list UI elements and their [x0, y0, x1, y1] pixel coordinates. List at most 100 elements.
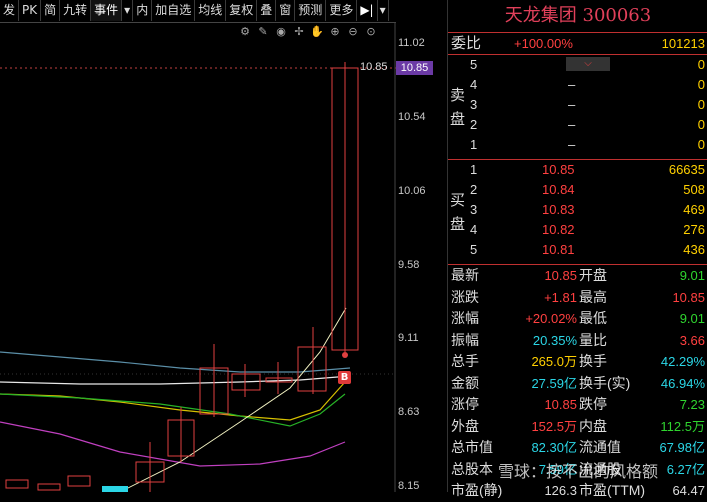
stats-row: 总手 265.0万 换手 42.29% — [448, 351, 707, 373]
toolbar-btn-window[interactable]: 窗 — [276, 0, 296, 21]
stat-label: 涨幅 — [451, 310, 479, 326]
toolbar-btn-overlay[interactable]: 叠 — [257, 0, 277, 21]
sell-row: 5 ⌵ 0 — [448, 55, 707, 75]
toolbar-btn-ma[interactable]: 均线 — [195, 0, 227, 21]
sell-price: – — [568, 137, 576, 152]
stat-value: 10.85 — [544, 397, 577, 412]
candle — [37, 483, 61, 491]
ma-line-yellow — [0, 381, 346, 421]
y-tick: 11.02 — [398, 37, 425, 49]
ma-line-magenta — [0, 421, 346, 467]
chart-toolbar: 发 PK 简 九转 事件 ▾ 内 加自选 均线 复权 叠 窗 预测 更多 ▶| … — [0, 0, 396, 23]
buy-vol: 508 — [683, 182, 705, 197]
stats-row: 总市值 82.30亿 流通值 67.98亿 — [448, 437, 707, 459]
stat-value: 20.35% — [532, 332, 577, 348]
toolbar-btn-forecast[interactable]: 预测 — [295, 0, 327, 21]
sell-vol: 0 — [697, 97, 705, 112]
stats-row: 金额 27.59亿 换手(实) 46.94% — [448, 373, 707, 395]
current-price-tag: 10.85 — [396, 61, 433, 75]
buy-level: 2 — [470, 182, 478, 197]
stat-label: 流通值 — [579, 439, 621, 455]
stats-row: 市盈(静) 126.3 市盈(TTM) 64.47 — [448, 480, 707, 502]
sell-vol: 0 — [697, 77, 705, 92]
stat-value: 9.01 — [679, 311, 705, 326]
toolbar-btn-pk[interactable]: PK — [19, 0, 42, 21]
buy-vol: 469 — [683, 202, 705, 217]
events-dropdown-icon[interactable]: ▾ — [122, 0, 134, 21]
stat-label: 换手 — [579, 353, 607, 369]
toolbar-btn-simple[interactable]: 简 — [41, 0, 61, 21]
candle — [67, 475, 91, 487]
buy-marker[interactable]: B — [338, 371, 351, 384]
stat-label: 跌停 — [579, 396, 607, 412]
weibi-row: 委比 +100.00% 101213 — [448, 33, 707, 55]
stat-value: 10.85 — [672, 289, 705, 305]
stat-value: 3.66 — [679, 332, 705, 348]
weicha-value: 101213 — [661, 36, 705, 51]
buy-row: 1 10.85 66635 — [448, 160, 707, 180]
buy-vol: 66635 — [668, 162, 705, 177]
play-end-icon[interactable]: ▶| — [357, 0, 378, 21]
quote-panel: 天龙集团 300063 委比 +100.00% 101213 卖盘 5 ⌵ 0 … — [447, 0, 707, 498]
buy-level: 4 — [470, 222, 478, 237]
candles — [5, 62, 359, 492]
sell-row: 1 – 0 — [448, 135, 707, 155]
stats-row: 最新 10.85 开盘 9.01 — [448, 265, 707, 287]
stat-label: 最高 — [579, 288, 607, 305]
candle — [297, 346, 327, 392]
stat-value: 10.85 — [544, 268, 577, 283]
stat-value: 112.5万 — [660, 418, 705, 434]
candle — [102, 486, 128, 492]
sell-vol: 0 — [697, 137, 705, 152]
stat-value: 42.29% — [660, 354, 705, 369]
stat-value: 7.23 — [679, 397, 705, 412]
toolbar-btn-events[interactable]: 事件 — [91, 0, 123, 21]
stats-row: 涨停 10.85 跌停 7.23 — [448, 394, 707, 416]
stats-row: 振幅 20.35% 量比 3.66 — [448, 330, 707, 352]
sell-row: 2 – 0 — [448, 115, 707, 135]
buy-row: 4 10.82 276 — [448, 220, 707, 240]
buy-level: 3 — [470, 202, 478, 217]
buy-price: 10.81 — [542, 242, 575, 257]
stat-value: 46.94% — [660, 375, 705, 391]
stat-label: 市盈(静) — [451, 482, 503, 498]
sell-row: 4 – 0 — [448, 75, 707, 95]
stat-value: 265.0万 — [531, 354, 577, 369]
collapse-chevron-icon[interactable]: ⌵ — [566, 57, 610, 71]
y-tick: 9.11 — [398, 332, 419, 344]
buy-price: 10.83 — [542, 202, 575, 217]
sell-price: – — [568, 117, 576, 132]
buy-level: 5 — [470, 242, 478, 257]
stat-label: 总市值 — [451, 439, 493, 455]
stat-value: 67.98亿 — [659, 440, 705, 455]
kline-chart[interactable] — [0, 22, 396, 492]
stat-label: 金额 — [451, 374, 479, 391]
toolbar-btn-adjust[interactable]: 复权 — [226, 0, 258, 21]
sell-level: 1 — [470, 137, 478, 152]
sell-vol: 0 — [697, 117, 705, 132]
stat-label: 涨停 — [451, 396, 479, 412]
stats-row: 涨幅 +20.02% 最低 9.01 — [448, 308, 707, 330]
y-tick: 10.54 — [398, 111, 426, 123]
sell-book: 卖盘 5 ⌵ 0 4–0 3–0 2–0 1–0 — [448, 55, 707, 160]
sell-vol: 0 — [697, 57, 705, 72]
buy-row: 3 10.83 469 — [448, 200, 707, 220]
stat-label: 市盈(TTM) — [579, 482, 646, 498]
toolbar-btn-nine-turn[interactable]: 九转 — [60, 0, 92, 21]
toolbar-btn-add-watchlist[interactable]: 加自选 — [152, 0, 196, 21]
stat-label: 最新 — [451, 267, 479, 283]
stat-value: 9.01 — [679, 268, 705, 283]
more-dropdown-icon[interactable]: ▾ — [378, 0, 389, 21]
buy-price: 10.82 — [542, 222, 575, 237]
stat-label: 总手 — [451, 353, 479, 369]
buy-book: 买盘 1 10.85 66635 2 10.84 508 3 10.83 469 4 10.8… — [448, 160, 707, 265]
buy-price: 10.84 — [542, 182, 575, 197]
buy-vol: 436 — [683, 242, 705, 257]
buy-row: 2 10.84 508 — [448, 180, 707, 200]
toolbar-btn-inner[interactable]: 内 — [133, 0, 153, 21]
stat-label: 换手(实) — [579, 374, 631, 391]
stat-value: 126.3 — [544, 483, 577, 498]
toolbar-btn-fa[interactable]: 发 — [0, 0, 20, 21]
stat-label: 外盘 — [451, 417, 479, 434]
toolbar-btn-more[interactable]: 更多 — [326, 0, 358, 21]
